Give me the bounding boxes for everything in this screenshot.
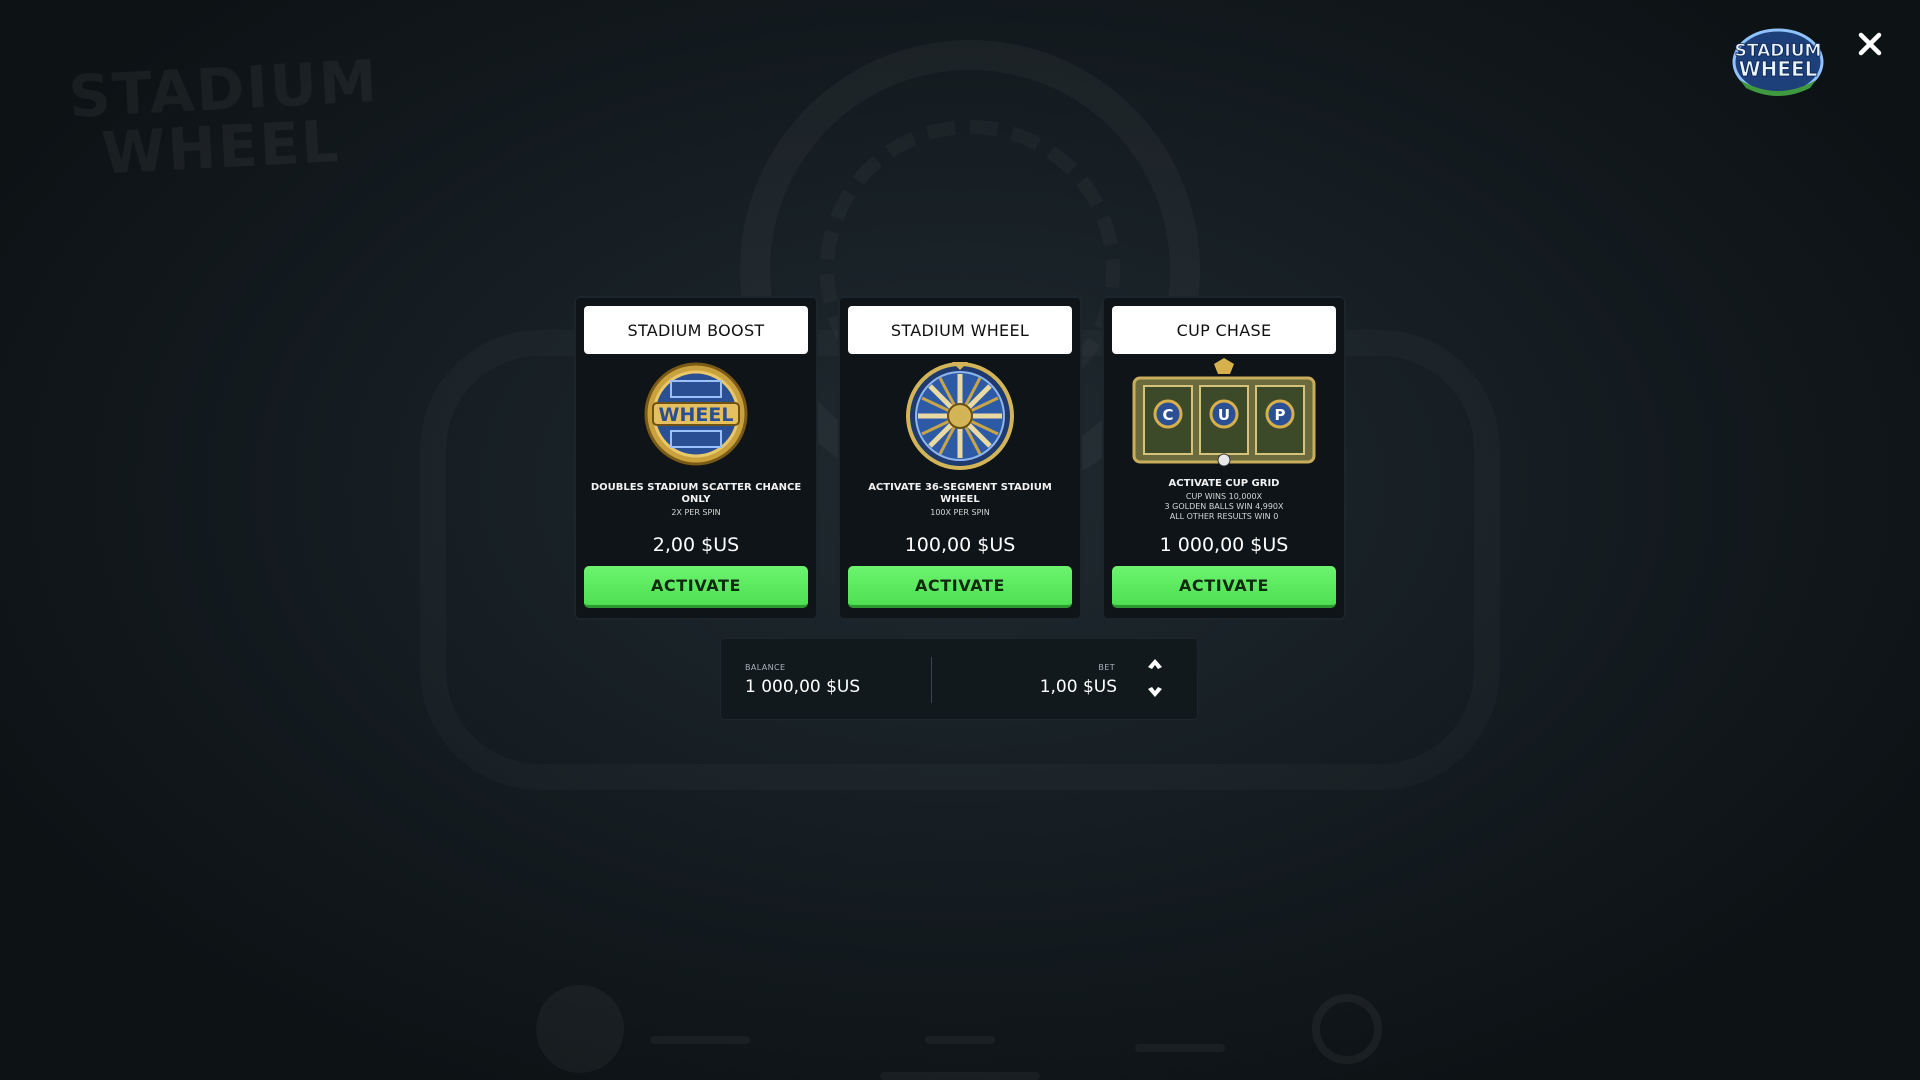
feature-cards: STADIUM BOOST WHEEL DOUBLES STADIUM SCAT… xyxy=(574,296,1346,620)
coin-text: WHEEL xyxy=(659,404,734,426)
close-icon xyxy=(1858,32,1882,56)
bet-increase-button[interactable] xyxy=(1147,657,1163,671)
card-title: CUP CHASE xyxy=(1112,306,1336,354)
game-stage: STADIUM WHEEL STADIUM WHEEL STADIUM BOOS… xyxy=(0,0,1920,1080)
card-description: ACTIVATE 36-SEGMENT STADIUM WHEEL 100X P… xyxy=(848,482,1072,518)
card-description: ACTIVATE CUP GRID CUP WINS 10,000X 3 GOL… xyxy=(1112,478,1336,522)
wheel-coin-icon: WHEEL xyxy=(644,362,748,466)
background-spin-button xyxy=(536,985,624,1073)
card-description-sub: 100X PER SPIN xyxy=(930,508,990,517)
card-description-sub-2: 3 GOLDEN BALLS WIN 4,990X xyxy=(1164,502,1284,511)
card-description: DOUBLES STADIUM SCATTER CHANCE ONLY 2X P… xyxy=(584,482,808,518)
background-bar xyxy=(650,1036,750,1044)
card-description-main: DOUBLES STADIUM SCATTER CHANCE ONLY xyxy=(590,482,802,505)
card-description-main: ACTIVATE CUP GRID xyxy=(1168,478,1280,489)
card-description-sub: 2X PER SPIN xyxy=(671,508,721,517)
close-button[interactable] xyxy=(1852,26,1888,62)
activate-stadium-wheel-button[interactable]: ACTIVATE xyxy=(848,566,1072,608)
background-bar xyxy=(1135,1044,1225,1052)
card-description-sub-3: ALL OTHER RESULTS WIN 0 xyxy=(1169,512,1279,521)
logo-badge-icon: STADIUM WHEEL xyxy=(1732,28,1824,96)
background-bar xyxy=(925,1036,995,1044)
background-bar xyxy=(880,1072,1040,1080)
chevron-up-icon xyxy=(1148,659,1162,669)
background-title: STADIUM WHEEL xyxy=(66,46,381,188)
card-image: C U P xyxy=(1126,358,1322,470)
card-image: WHEEL xyxy=(598,358,794,470)
chevron-down-icon xyxy=(1148,687,1162,697)
cup-letter-p: P xyxy=(1275,406,1286,424)
card-title: STADIUM BOOST xyxy=(584,306,808,354)
feature-card-stadium-wheel: STADIUM WHEEL ACTIVATE 36-SEGMENT STADIU… xyxy=(838,296,1082,620)
wallet-panel: BALANCE 1 000,00 $US BET 1,00 $US xyxy=(720,638,1198,720)
bet-decrease-button[interactable] xyxy=(1147,685,1163,699)
feature-card-cup-chase: CUP CHASE C U P ACTIVATE CUP GRID CUP WI… xyxy=(1102,296,1346,620)
wallet-divider xyxy=(931,657,932,703)
card-description-main: ACTIVATE 36-SEGMENT STADIUM WHEEL xyxy=(868,482,1052,505)
card-image xyxy=(862,358,1058,470)
balance-value: 1 000,00 $US xyxy=(745,677,861,697)
balance-label: BALANCE xyxy=(745,663,786,672)
logo-text-line2: WHEEL xyxy=(1739,57,1818,81)
card-title: STADIUM WHEEL xyxy=(848,306,1072,354)
feature-card-stadium-boost: STADIUM BOOST WHEEL DOUBLES STADIUM SCAT… xyxy=(574,296,818,620)
activate-stadium-boost-button[interactable]: ACTIVATE xyxy=(584,566,808,608)
card-price: 2,00 $US xyxy=(652,534,740,556)
bet-label: BET xyxy=(1098,663,1115,672)
game-logo: STADIUM WHEEL xyxy=(1730,22,1826,98)
card-price: 100,00 $US xyxy=(904,534,1016,556)
card-description-sub-1: CUP WINS 10,000X xyxy=(1185,492,1263,501)
bet-value: 1,00 $US xyxy=(1039,677,1117,697)
card-price: 1 000,00 $US xyxy=(1159,534,1289,556)
stadium-wheel-icon xyxy=(906,362,1014,470)
background-autoplay-button xyxy=(1312,994,1382,1064)
cup-letter-c: C xyxy=(1162,406,1173,424)
cup-letter-u: U xyxy=(1218,406,1230,424)
cup-grid-icon: C U P xyxy=(1132,358,1316,467)
activate-cup-chase-button[interactable]: ACTIVATE xyxy=(1112,566,1336,608)
